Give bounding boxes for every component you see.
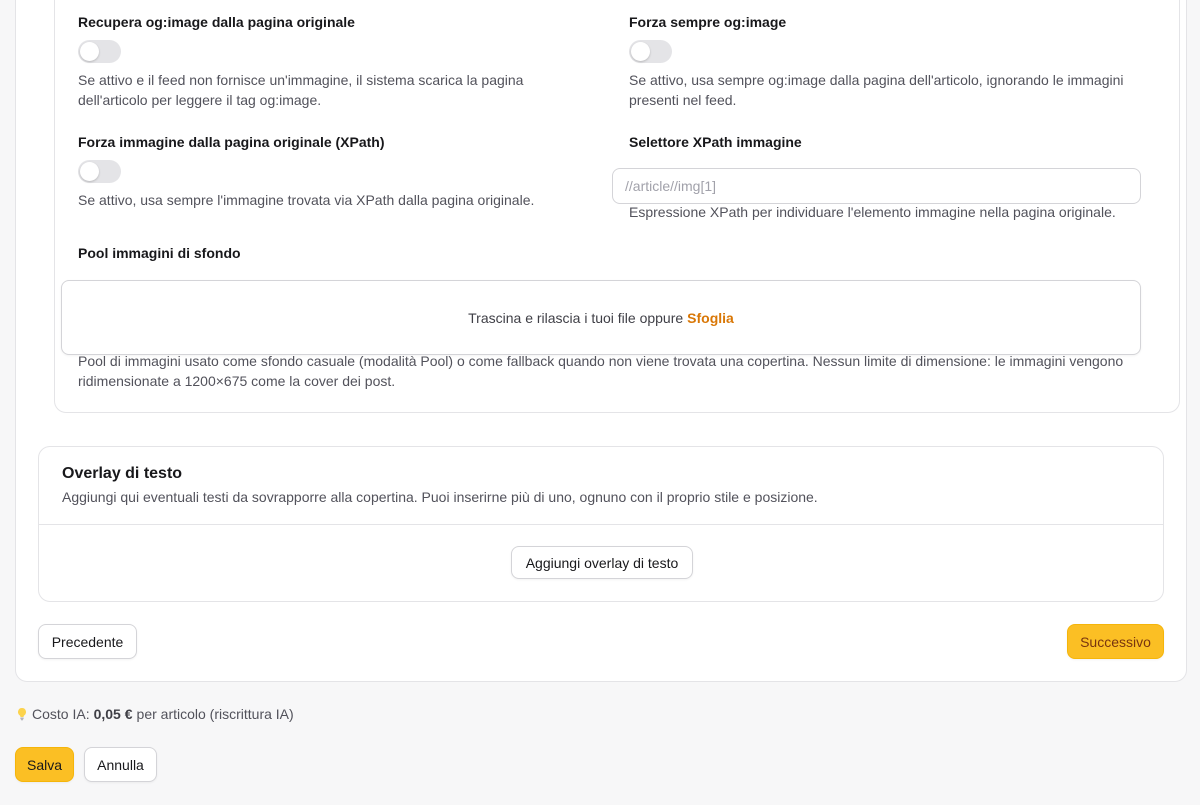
overlay-description: Aggiungi qui eventuali testi da sovrappo… — [62, 489, 818, 505]
toggle-knob — [80, 42, 99, 61]
og-force-toggle[interactable] — [629, 40, 672, 63]
text-overlay-section: Overlay di testo Aggiungi qui eventuali … — [38, 446, 1164, 602]
xpath-force-label: Forza immagine dalla pagina originale (X… — [78, 134, 385, 150]
overlay-title: Overlay di testo — [62, 465, 183, 482]
overlay-divider — [39, 524, 1163, 525]
xpath-force-help: Se attivo, usa sempre l'immagine trovata… — [78, 192, 535, 208]
cost-prefix: Costo IA: — [32, 706, 90, 722]
xpath-selector-label: Selettore XPath immagine — [629, 134, 802, 150]
xpath-selector-help: Espressione XPath per individuare l'elem… — [629, 204, 1116, 220]
cost-suffix: per articolo (riscrittura IA) — [136, 706, 294, 722]
background-pool-dropzone[interactable]: Trascina e rilascia i tuoi file oppure S… — [61, 280, 1141, 355]
toggle-knob — [80, 162, 99, 181]
add-text-overlay-button[interactable]: Aggiungi overlay di testo — [511, 546, 693, 579]
xpath-force-toggle[interactable] — [78, 160, 121, 183]
previous-button[interactable]: Precedente — [38, 624, 137, 659]
og-fetch-toggle[interactable] — [78, 40, 121, 63]
background-pool-label: Pool immagini di sfondo — [78, 245, 241, 261]
next-button[interactable]: Successivo — [1067, 624, 1164, 659]
toggle-knob — [631, 42, 650, 61]
og-fetch-help: Se attivo e il feed non fornisce un'imma… — [78, 72, 524, 108]
og-force-label: Forza sempre og:image — [629, 14, 787, 30]
background-pool-help: Pool di immagini usato come sfondo casua… — [78, 353, 1124, 389]
browse-link[interactable]: Sfoglia — [687, 310, 734, 326]
dropzone-text: Trascina e rilascia i tuoi file oppure — [468, 309, 684, 326]
ai-cost-line: Costo IA: 0,05 € per articolo (riscrittu… — [16, 706, 294, 722]
cost-amount: 0,05 € — [93, 706, 133, 722]
og-fetch-label: Recupera og:image dalla pagina originale — [78, 14, 355, 30]
save-button[interactable]: Salva — [15, 747, 74, 782]
xpath-selector-input[interactable] — [612, 168, 1141, 204]
cancel-button[interactable]: Annulla — [84, 747, 157, 782]
og-force-help: Se attivo, usa sempre og:image dalla pag… — [629, 72, 1124, 108]
lightbulb-icon — [18, 708, 26, 721]
